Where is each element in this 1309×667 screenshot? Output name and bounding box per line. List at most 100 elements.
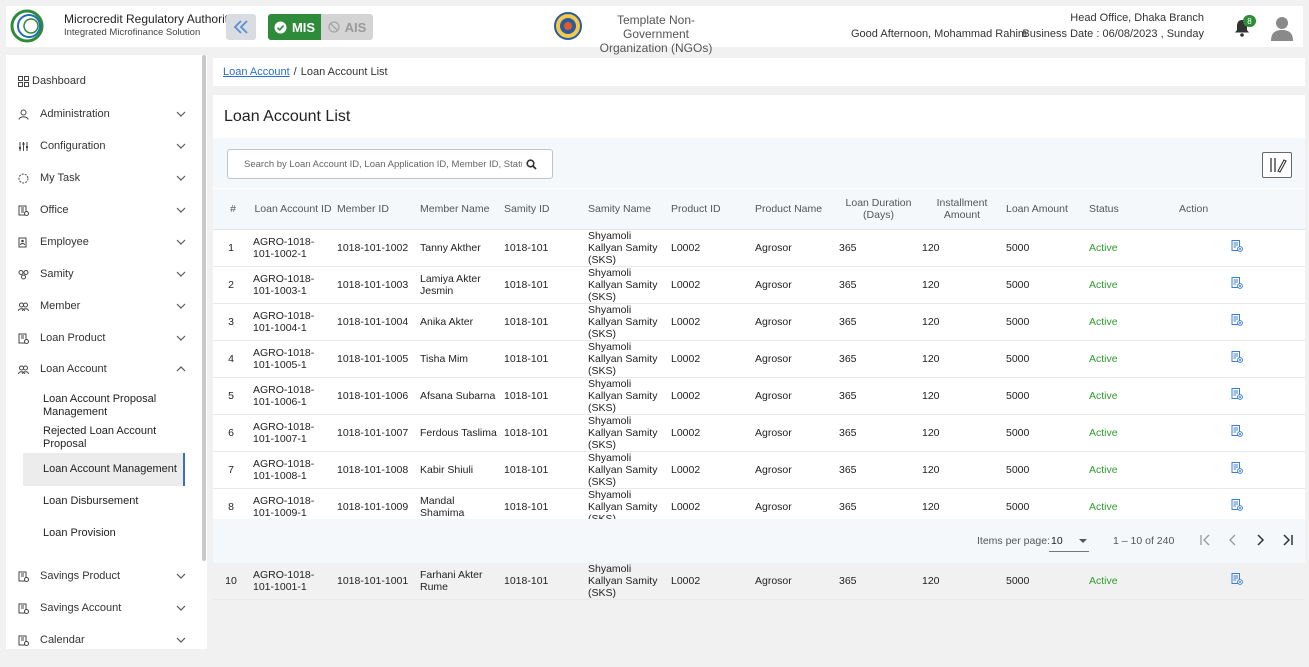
user-avatar-icon[interactable] [1270, 15, 1294, 41]
sidebar-item-label: Member [40, 300, 81, 312]
table-cell: Shyamoli Kallyan Samity (SKS) [584, 451, 667, 489]
breadcrumb-link-loan-account[interactable]: Loan Account [223, 66, 290, 78]
sidebar-subitem-loan-account-management[interactable]: Loan Account Management [23, 453, 185, 486]
table-cell: Anika Akter [416, 303, 500, 341]
sidebar-item-samity[interactable]: Samity [6, 262, 192, 286]
ais-toggle-button[interactable]: AIS [321, 14, 373, 40]
search-input[interactable] [244, 158, 522, 170]
view-details-icon[interactable] [1231, 462, 1243, 474]
table-row[interactable]: 5 AGRO-1018-101-1006-1 1018-101-1006 Afsana… [213, 377, 1305, 415]
sidebar-subitem-loan-disbursement[interactable]: Loan Disbursement [23, 494, 185, 508]
table-row[interactable]: 4 AGRO-1018-101-1005-1 1018-101-1005 Tisha … [213, 340, 1305, 378]
chevron-down-icon [176, 271, 186, 277]
loan-account-icon [17, 363, 29, 375]
first-page-icon [1200, 534, 1210, 546]
table-cell: 120 [918, 229, 1002, 267]
table-cell: 365 [835, 340, 918, 378]
sidebar-item-loan-product[interactable]: Loan Product [6, 326, 192, 350]
action-cell [1169, 266, 1305, 304]
collapse-sidebar-button[interactable] [226, 14, 256, 40]
view-details-icon[interactable] [1231, 351, 1243, 363]
sidebar-subitem-loan-provision[interactable]: Loan Provision [23, 526, 185, 540]
office-icon [17, 204, 29, 216]
column-header[interactable]: Product Name [751, 189, 835, 230]
chevron-down-icon [176, 335, 186, 341]
sidebar-scrollbar[interactable] [202, 55, 206, 561]
column-header[interactable]: Member Name [416, 189, 500, 230]
sidebar-item-loan-account[interactable]: Loan Account [6, 357, 192, 381]
sidebar-item-savings-account[interactable]: Savings Account [6, 596, 192, 620]
breadcrumb-separator: / [293, 66, 297, 78]
sidebar-item-savings-product[interactable]: Savings Product [6, 564, 192, 588]
table-cell: Shyamoli Kallyan Samity (SKS) [584, 340, 667, 378]
table-row[interactable]: 10 AGRO-1018-101-1001-1 1018-101-1001 Farha… [213, 562, 1305, 600]
sidebar-item-my-task[interactable]: My Task [6, 166, 192, 190]
chevron-down-icon [176, 573, 186, 579]
table-row[interactable]: 2 AGRO-1018-101-1003-1 1018-101-1003 Lamiya… [213, 266, 1305, 304]
column-settings-button[interactable] [1262, 152, 1292, 178]
column-header[interactable]: Status [1085, 189, 1169, 230]
chevron-down-icon [176, 239, 186, 245]
table-row[interactable]: 1 AGRO-1018-101-1002-1 1018-101-1002 Tanny … [213, 229, 1305, 267]
sidebar-subitem-loan-account-proposal-management[interactable]: Loan Account Proposal Management [23, 392, 185, 420]
sidebar-subitem-rejected-loan-account-proposal[interactable]: Rejected Loan Account Proposal [23, 424, 185, 452]
table-cell: 365 [835, 414, 918, 452]
column-header[interactable]: Action [1169, 189, 1305, 230]
sidebar-item-employee[interactable]: Employee [6, 230, 192, 254]
view-details-icon[interactable] [1231, 314, 1243, 326]
mra-logo-icon [10, 9, 44, 43]
previous-page-button[interactable] [1225, 532, 1241, 548]
search-icon[interactable] [526, 159, 537, 170]
table-cell: L0002 [667, 266, 751, 304]
sidebar-item-label: Loan Product [40, 332, 106, 344]
sidebar-item-dashboard[interactable]: Dashboard [6, 69, 192, 93]
table-cell: 1018-101 [500, 229, 584, 267]
mis-toggle-button[interactable]: MIS [268, 14, 321, 40]
organization-name: Template Non-Government Organization (NG… [599, 13, 713, 55]
column-header[interactable]: Product ID [667, 189, 751, 230]
chevron-down-icon [176, 175, 186, 181]
action-cell [1169, 451, 1305, 489]
table-cell: 1018-101 [500, 414, 584, 452]
column-header[interactable]: # [213, 189, 249, 230]
view-details-icon[interactable] [1231, 425, 1243, 437]
table-cell: 365 [835, 266, 918, 304]
table-cell: AGRO-1018-101-1001-1 [249, 562, 333, 600]
view-details-icon[interactable] [1231, 573, 1243, 585]
first-page-button[interactable] [1198, 532, 1214, 548]
chevron-up-icon [176, 366, 186, 372]
action-cell [1169, 340, 1305, 378]
table-cell: 5000 [1002, 377, 1085, 415]
table-row[interactable]: 7 AGRO-1018-101-1008-1 1018-101-1008 Kabir … [213, 451, 1305, 489]
next-page-button[interactable] [1252, 532, 1268, 548]
sidebar-item-configuration[interactable]: Configuration [6, 134, 192, 158]
view-details-icon[interactable] [1231, 388, 1243, 400]
sidebar-item-label: Samity [40, 268, 74, 280]
column-header[interactable]: Installment Amount [918, 189, 1002, 230]
table-cell: AGRO-1018-101-1004-1 [249, 303, 333, 341]
table-cell: Agrosor [751, 562, 835, 600]
view-details-icon[interactable] [1231, 499, 1243, 511]
column-header[interactable]: Member ID [333, 189, 416, 230]
last-page-button[interactable] [1279, 532, 1295, 548]
sidebar-item-calendar[interactable]: Calendar [6, 628, 192, 649]
sidebar-item-label: Dashboard [32, 75, 86, 87]
table-toolbar [213, 138, 1305, 188]
table-cell: 1018-101-1005 [333, 340, 416, 378]
column-header[interactable]: Samity ID [500, 189, 584, 230]
table-cell: Agrosor [751, 451, 835, 489]
table-cell: 1018-101-1007 [333, 414, 416, 452]
table-row[interactable]: 3 AGRO-1018-101-1004-1 1018-101-1004 Anika … [213, 303, 1305, 341]
table-cell: L0002 [667, 562, 751, 600]
column-header[interactable]: Loan Account ID [249, 189, 333, 230]
sidebar-item-office[interactable]: Office [6, 198, 192, 222]
column-header[interactable]: Loan Duration (Days) [835, 189, 918, 230]
items-per-page-select[interactable]: 10 [1049, 530, 1089, 552]
sidebar-item-member[interactable]: Member [6, 294, 192, 318]
column-header[interactable]: Samity Name [584, 189, 667, 230]
column-header[interactable]: Loan Amount [1002, 189, 1085, 230]
table-row[interactable]: 6 AGRO-1018-101-1007-1 1018-101-1007 Ferdou… [213, 414, 1305, 452]
sidebar-item-administration[interactable]: Administration [6, 102, 192, 126]
view-details-icon[interactable] [1231, 240, 1243, 252]
view-details-icon[interactable] [1231, 277, 1243, 289]
